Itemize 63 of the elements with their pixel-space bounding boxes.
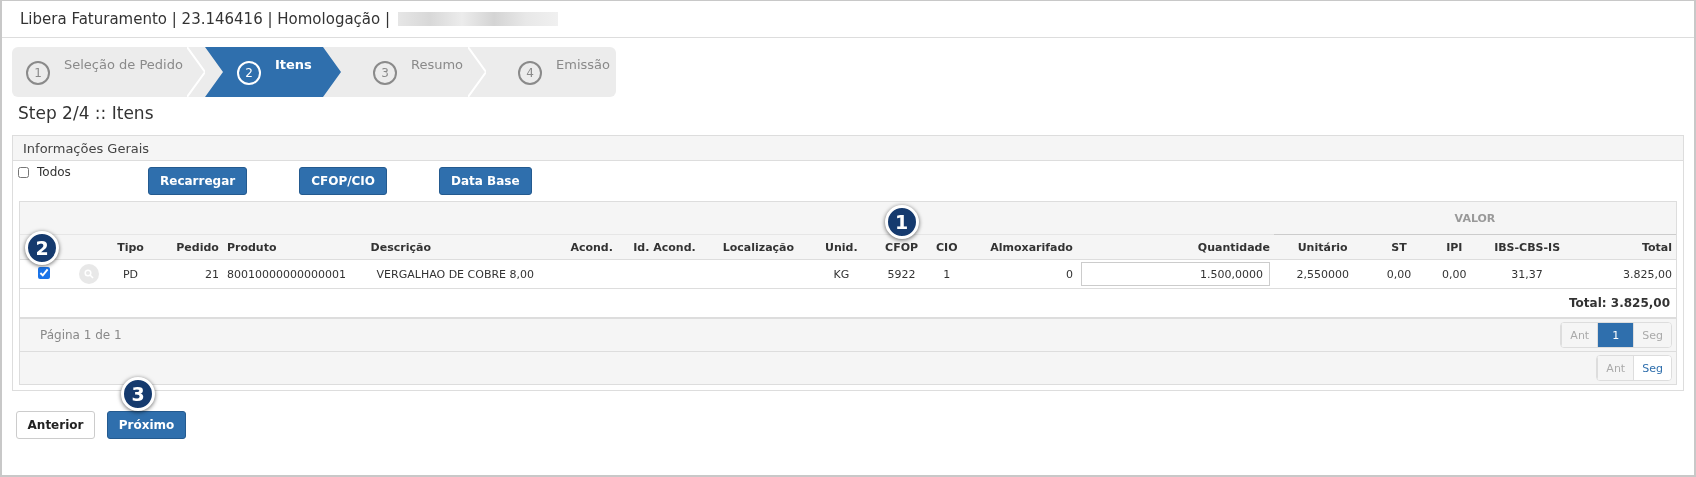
column-header: Unitário [1297, 240, 1348, 254]
column-header: Id. Acond. [633, 240, 696, 254]
table-cell: 1 [943, 267, 951, 281]
column-header: Localização [722, 240, 795, 254]
column-header: IBS-CBS-IS [1494, 240, 1561, 254]
step-heading: Step 2/4 :: Itens [18, 103, 155, 125]
column-header: CFOP [885, 240, 919, 254]
row-checkbox[interactable] [38, 266, 51, 279]
step-tab[interactable]: 1 Seleção de Pedido [12, 47, 205, 97]
table-cell: VERGALHAO DE COBRE 8,00 [376, 267, 535, 281]
column-header: ST [1391, 240, 1407, 254]
column-header: Almoxarifado [990, 240, 1073, 254]
step-number: 4 [518, 61, 542, 85]
callout-number: 1 [884, 205, 919, 239]
step-label: Seleção de Pedido [64, 57, 183, 72]
panel-title: Informações Gerais [23, 140, 150, 156]
step-label: Itens [275, 57, 312, 72]
pager-button[interactable]: Seg [1633, 356, 1671, 380]
column-header: Acond. [570, 240, 613, 254]
step-label: Emissão [556, 57, 610, 72]
table-cell: 3.825,00 [1623, 267, 1672, 281]
nav-button[interactable]: Anterior [16, 411, 95, 439]
table-cell: 80010000000000001 [226, 267, 346, 281]
step-tab[interactable]: 4 Emissão [486, 47, 616, 97]
window-title: Libera Faturamento | 23.146416 | Homologação | [20, 10, 391, 28]
callout-number: 3 [121, 377, 155, 411]
page-info: Página 1 de 1 [40, 328, 122, 342]
table-cell: PD [122, 267, 139, 281]
column-header: Quantidade [1197, 240, 1270, 254]
step-number: 1 [26, 61, 50, 85]
step-label: Resumo [411, 57, 464, 72]
column-group-header: VALOR [1454, 211, 1496, 225]
pager-button[interactable]: 1 [1597, 323, 1634, 347]
step-number: 2 [237, 61, 261, 85]
step-number: 3 [373, 61, 397, 85]
callout-number: 2 [25, 230, 60, 265]
table-cell: 2,550000 [1296, 267, 1349, 281]
step-tab[interactable]: 2 Itens [205, 47, 341, 97]
column-header: Unid. [825, 240, 858, 254]
column-header: CIO [936, 240, 958, 254]
table-cell: 31,37 [1511, 267, 1543, 281]
toolbar-button[interactable]: CFOP/CIO [299, 167, 388, 195]
column-header: Produto [226, 240, 277, 254]
table-cell: 0,00 [1442, 267, 1467, 281]
toolbar-button[interactable]: Data Base [439, 167, 532, 195]
column-header: Tipo [117, 240, 144, 254]
column-header: Total [1641, 240, 1672, 254]
column-header: IPI [1446, 240, 1463, 254]
chevron-divider [187, 47, 205, 97]
column-header: Pedido [176, 240, 219, 254]
table-cell: KG [833, 267, 850, 281]
table-cell: 5922 [887, 267, 916, 281]
checkbox-label: Todos [37, 165, 71, 179]
table-cell: 0 [1065, 267, 1073, 281]
nav-button[interactable]: Próximo [107, 411, 186, 439]
table-cell: 0,00 [1386, 267, 1412, 281]
toolbar-button[interactable]: Recarregar [148, 167, 248, 195]
table-cell: 21 [204, 267, 219, 281]
step-tab[interactable]: 3 Resumo [341, 47, 486, 97]
quantity-input[interactable]: 1.500,0000 [1080, 262, 1270, 286]
total-label: Total: 3.825,00 [1569, 296, 1670, 310]
column-header: Descrição [370, 240, 431, 254]
select-all-checkbox[interactable] [18, 166, 29, 178]
